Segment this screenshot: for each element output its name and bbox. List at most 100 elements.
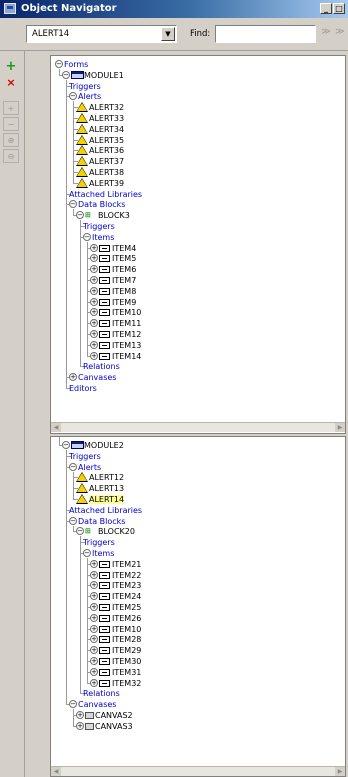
navigator-pane-bottom[interactable]: − MODULE2 Triggers − Alerts ALERT12 ALERT13 ALE… [50, 436, 346, 777]
expand-toggle-icon[interactable]: + [69, 373, 77, 382]
tree-node[interactable]: ALERT34 [51, 123, 345, 134]
expand-all-button[interactable]: ⊕ [3, 133, 19, 147]
tree-node[interactable]: ALERT37 [51, 156, 345, 167]
expand-toggle-icon[interactable]: + [90, 297, 98, 306]
expand-toggle-icon[interactable]: + [90, 330, 98, 338]
tree-node[interactable]: + ITEM29 [51, 646, 345, 655]
collapse-toggle-icon[interactable]: − [76, 211, 84, 220]
collapse-all-button[interactable]: ⊖ [3, 149, 19, 163]
tree-node[interactable]: Relations [51, 362, 345, 371]
tree-node[interactable]: + ITEM5 [51, 254, 345, 263]
tree-node[interactable]: + ITEM30 [51, 657, 345, 666]
tree-node[interactable]: + ITEM7 [51, 276, 345, 285]
tree-node[interactable]: + ITEM10 [51, 624, 345, 634]
tree-node[interactable]: + ITEM6 [51, 265, 345, 274]
expand-toggle-icon[interactable]: + [90, 678, 98, 687]
tree-node[interactable]: ALERT32 [51, 102, 345, 113]
expand-toggle-icon[interactable]: + [90, 624, 98, 633]
collapse-toggle-icon[interactable]: − [83, 549, 91, 557]
tree-node[interactable]: ALERT39 [51, 177, 345, 188]
tree-node[interactable]: + CANVAS2 [51, 711, 345, 720]
expand-toggle-icon[interactable]: + [90, 559, 98, 568]
tree-node[interactable]: ALERT13 [51, 483, 345, 494]
expand-toggle-icon[interactable]: + [90, 646, 98, 655]
maximize-button[interactable]: □ [333, 3, 345, 14]
scroll-right-icon[interactable]: ▶ [335, 423, 345, 432]
tree-node[interactable]: − Forms [51, 60, 345, 69]
collapse-button[interactable]: − [3, 117, 19, 131]
tree-node[interactable]: ALERT33 [51, 113, 345, 123]
create-button[interactable]: + [3, 60, 19, 74]
tree-node[interactable]: − Alerts [51, 462, 345, 472]
tree-node[interactable]: − Data Blocks [51, 200, 345, 209]
object-combo[interactable]: ALERT14 ▼ [26, 25, 177, 43]
tree-node[interactable]: + ITEM24 [51, 592, 345, 601]
expand-toggle-icon[interactable]: + [90, 657, 98, 665]
expand-toggle-icon[interactable]: + [90, 351, 98, 360]
tree-node[interactable]: + ITEM12 [51, 330, 345, 339]
expand-toggle-icon[interactable]: + [90, 581, 98, 590]
expand-toggle-icon[interactable]: + [90, 592, 98, 601]
scroll-left-icon[interactable]: ◀ [51, 767, 61, 776]
expand-toggle-icon[interactable]: + [90, 340, 98, 349]
tree-node[interactable]: Editors [51, 384, 345, 393]
tree-node[interactable]: Attached Libraries [51, 190, 345, 199]
tree-node[interactable]: + ITEM21 [51, 559, 345, 569]
collapse-toggle-icon[interactable]: − [69, 200, 77, 209]
expand-toggle-icon[interactable]: + [90, 254, 98, 263]
tree-node[interactable]: + ITEM9 [51, 297, 345, 307]
delete-button[interactable]: × [3, 76, 19, 90]
tree-node[interactable]: − Data Blocks [51, 516, 345, 526]
tree-node[interactable]: Triggers [51, 82, 345, 91]
tree-node[interactable]: Attached Libraries [51, 506, 345, 515]
minimize-button[interactable]: _ [320, 3, 332, 14]
collapse-toggle-icon[interactable]: − [69, 516, 77, 525]
expand-toggle-icon[interactable]: + [90, 265, 98, 274]
expand-toggle-icon[interactable]: + [90, 635, 98, 644]
tree-node[interactable]: − ⊞ BLOCK20 [51, 527, 345, 536]
collapse-toggle-icon[interactable]: − [62, 70, 70, 79]
tree-node[interactable]: + ITEM23 [51, 581, 345, 590]
expand-toggle-icon[interactable]: + [90, 667, 98, 676]
tree-node[interactable]: ALERT35 [51, 134, 345, 145]
tree-node[interactable]: − Alerts [51, 92, 345, 101]
collapse-toggle-icon[interactable]: − [55, 60, 63, 68]
scroll-left-icon[interactable]: ◀ [51, 423, 61, 432]
expand-toggle-icon[interactable]: + [90, 286, 98, 295]
expand-toggle-icon[interactable]: + [90, 319, 98, 328]
tree-node[interactable]: + ITEM10 [51, 308, 345, 317]
expand-toggle-icon[interactable]: + [90, 308, 98, 317]
expand-toggle-icon[interactable]: + [76, 721, 84, 730]
tree-node[interactable]: Relations [51, 689, 345, 698]
tree-node[interactable]: Triggers [51, 452, 345, 461]
tree-node[interactable]: + ITEM25 [51, 603, 345, 612]
tree-node[interactable]: − MODULE2 [51, 441, 345, 450]
collapse-toggle-icon[interactable]: − [62, 441, 70, 449]
expand-toggle-icon[interactable]: + [90, 570, 98, 579]
expand-button[interactable]: + [3, 101, 19, 115]
tree-node[interactable]: + ITEM13 [51, 340, 345, 350]
tree-node[interactable]: + Canvases [51, 373, 345, 382]
tree-node[interactable]: ALERT36 [51, 145, 345, 156]
tree-node[interactable]: Triggers [51, 538, 345, 547]
expand-toggle-icon[interactable]: + [76, 711, 84, 719]
expand-toggle-icon[interactable]: + [90, 603, 98, 611]
collapse-toggle-icon[interactable]: − [69, 700, 77, 709]
tree-node[interactable]: − Items [51, 232, 345, 242]
tree-node[interactable]: − MODULE1 [51, 70, 345, 80]
collapse-toggle-icon[interactable]: − [83, 232, 91, 241]
expand-toggle-icon[interactable]: + [90, 613, 98, 622]
tree-node[interactable]: + ITEM8 [51, 286, 345, 296]
tree-node[interactable]: − Canvases [51, 700, 345, 709]
tree-node[interactable]: + ITEM4 [51, 243, 345, 253]
horizontal-scrollbar-top[interactable]: ◀ ▶ [51, 422, 345, 432]
tree-node[interactable]: + ITEM32 [51, 678, 345, 688]
collapse-toggle-icon[interactable]: − [76, 527, 84, 536]
tree-node[interactable]: + CANVAS3 [51, 721, 345, 731]
tree-node[interactable]: Triggers [51, 222, 345, 231]
tree-node[interactable]: + ITEM11 [51, 319, 345, 328]
tree-node[interactable]: + ITEM22 [51, 570, 345, 580]
horizontal-scrollbar-bottom[interactable]: ◀ ▶ [51, 766, 345, 776]
tree-node[interactable]: + ITEM31 [51, 667, 345, 677]
tree-node[interactable]: + ITEM28 [51, 635, 345, 644]
